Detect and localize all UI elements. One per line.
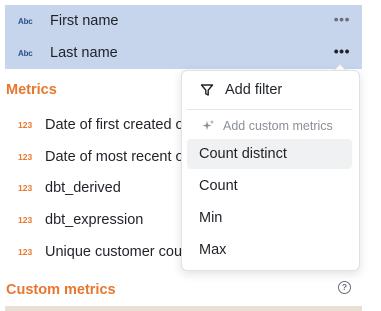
string-type-icon: Abc bbox=[18, 48, 33, 58]
custom-metrics-header-label: Add custom metrics bbox=[223, 119, 333, 133]
metric-label: Unique customer cou bbox=[45, 244, 183, 260]
number-type-icon: 123 bbox=[18, 247, 33, 257]
string-type-icon: Abc bbox=[18, 16, 33, 26]
count-menu-item[interactable]: Count bbox=[187, 171, 352, 201]
menu-divider bbox=[187, 109, 352, 110]
field-context-menu: Add filter Add custom metrics Count dist… bbox=[181, 70, 360, 271]
metric-row[interactable]: 123 dbt_derived bbox=[18, 177, 198, 199]
custom-metrics-menu-header: Add custom metrics bbox=[187, 111, 352, 141]
more-options-icon[interactable]: ••• bbox=[334, 44, 350, 58]
metric-row[interactable]: 123 dbt_expression bbox=[18, 209, 198, 231]
number-type-icon: 123 bbox=[18, 152, 33, 162]
number-type-icon: 123 bbox=[18, 183, 33, 193]
dimension-row-first-name[interactable]: Abc First name ••• bbox=[5, 5, 362, 37]
metric-row[interactable]: 123 Date of most recent o bbox=[18, 146, 198, 168]
metric-row[interactable]: 123 Unique customer cou bbox=[18, 241, 198, 263]
dimension-row-last-name[interactable]: Abc Last name ••• bbox=[5, 37, 362, 69]
metric-label: dbt_expression bbox=[45, 212, 144, 228]
metric-label: Date of first created o bbox=[45, 117, 184, 133]
metric-label: Date of most recent o bbox=[45, 149, 184, 165]
number-type-icon: 123 bbox=[18, 215, 33, 225]
max-menu-item[interactable]: Max bbox=[187, 235, 352, 265]
sparkle-icon bbox=[202, 120, 214, 130]
min-menu-item[interactable]: Min bbox=[187, 203, 352, 233]
add-filter-label: Add filter bbox=[225, 82, 283, 98]
menu-item-label: Max bbox=[199, 242, 227, 258]
next-section-strip bbox=[5, 306, 362, 311]
custom-metrics-section-title: Custom metrics bbox=[6, 282, 116, 298]
dimension-label: First name bbox=[50, 13, 119, 29]
metric-row[interactable]: 123 Date of first created o bbox=[18, 114, 198, 136]
menu-item-label: Min bbox=[199, 210, 223, 226]
menu-item-label: Count bbox=[199, 178, 238, 194]
menu-item-label: Count distinct bbox=[199, 146, 287, 162]
metric-label: dbt_derived bbox=[45, 180, 121, 196]
metrics-section-title: Metrics bbox=[6, 82, 57, 98]
help-icon[interactable]: ? bbox=[338, 281, 351, 294]
add-filter-menu-item[interactable]: Add filter bbox=[187, 75, 352, 105]
count-distinct-menu-item[interactable]: Count distinct bbox=[187, 139, 352, 169]
number-type-icon: 123 bbox=[18, 120, 33, 130]
dimension-label: Last name bbox=[50, 45, 118, 61]
filter-icon bbox=[200, 84, 214, 96]
more-options-icon[interactable]: ••• bbox=[334, 12, 350, 26]
